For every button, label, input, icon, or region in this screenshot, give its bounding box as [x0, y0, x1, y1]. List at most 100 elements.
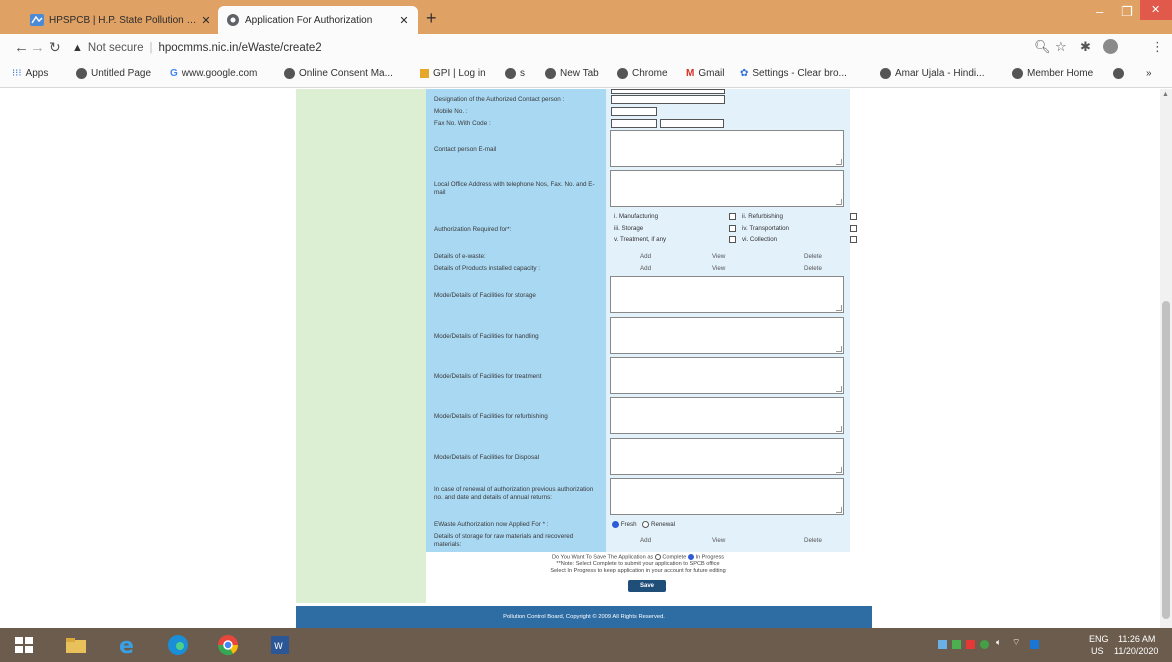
windows-start-icon[interactable] [12, 633, 36, 657]
checkbox-transportation[interactable] [850, 225, 857, 232]
windows-taskbar: e W 🔈︎ ⌔ ENG US 11:26 AM 11/20/2020 [0, 628, 1172, 662]
raw-delete-link[interactable]: Delete [804, 537, 822, 544]
input-region[interactable]: US [1091, 646, 1104, 656]
bookmarks-overflow[interactable]: » [1146, 68, 1152, 79]
bookmark-online-consent[interactable]: Online Consent Ma... [284, 68, 393, 79]
network-tray-icon[interactable] [938, 640, 947, 649]
reload-icon[interactable]: ↻ [49, 39, 61, 56]
radio-fresh[interactable] [612, 521, 619, 528]
checkbox-collection[interactable] [850, 236, 857, 243]
disposal-textarea[interactable] [610, 438, 844, 475]
option-treatment: v. Treatment, if any [614, 236, 667, 243]
forward-arrow-icon[interactable]: → [30, 39, 45, 56]
close-icon: ✕ [1151, 4, 1161, 16]
local-office-textarea[interactable] [610, 170, 844, 207]
globe-icon [1113, 68, 1124, 79]
fax-code-input[interactable] [611, 119, 657, 128]
products-add-link[interactable]: Add [640, 265, 651, 272]
bookmark-star-icon[interactable]: ☆ [1055, 39, 1067, 55]
browser-toolbar: ← → ↻ ▲ Not secure | hpocmms.nic.in/eWas… [0, 34, 1172, 62]
designation-input[interactable] [611, 95, 725, 104]
handling-label: Mode/Details of Facilities for handling [434, 333, 539, 340]
bookmark-gpi-login[interactable]: GPI | Log in [420, 68, 486, 79]
ewaste-details-label: Details of e-waste: [434, 253, 486, 260]
security-tray-icon[interactable] [952, 640, 961, 649]
raw-view-link[interactable]: View [712, 537, 725, 544]
scrollbar-thumb[interactable] [1162, 301, 1170, 619]
internet-explorer-icon[interactable]: e [116, 633, 140, 659]
bookmarks-bar: ⁝⁝⁝ Apps Untitled Page Gwww.google.com O… [0, 62, 1172, 88]
minimize-icon[interactable]: – [1096, 4, 1103, 19]
save-options: Do You Want To Save The Application as C… [426, 554, 850, 575]
cut-top-input[interactable] [611, 89, 725, 94]
close-tab-icon[interactable]: ✕ [396, 14, 412, 27]
fax-number-input[interactable] [660, 119, 724, 128]
email-textarea[interactable] [610, 130, 844, 167]
sync-tray-icon[interactable] [980, 640, 989, 649]
products-view-link[interactable]: View [712, 265, 725, 272]
radio-in-progress[interactable] [687, 554, 694, 560]
bookmark-google[interactable]: Gwww.google.com [170, 68, 257, 79]
bookmark-chrome[interactable]: Chrome [617, 68, 668, 79]
bookmark-new-tab[interactable]: New Tab [545, 68, 599, 79]
input-language[interactable]: ENG [1089, 634, 1109, 644]
address-bar[interactable]: ▲ Not secure | hpocmms.nic.in/eWaste/cre… [68, 37, 1003, 59]
page-footer: Pollution Control Board, Copyright © 200… [296, 606, 872, 628]
handling-textarea[interactable] [610, 317, 844, 354]
restore-icon[interactable]: ❐ [1121, 4, 1133, 20]
bookmark-amar-ujala[interactable]: Amar Ujala - Hindi... [880, 68, 984, 79]
bookmark-apps[interactable]: ⁝⁝⁝ Apps [12, 68, 48, 79]
checkbox-manufacturing[interactable] [729, 213, 736, 220]
chrome-icon[interactable] [216, 633, 240, 657]
new-tab-plus-icon[interactable]: + [426, 8, 437, 29]
checkbox-treatment[interactable] [729, 236, 736, 243]
renewal-textarea[interactable] [610, 478, 844, 515]
ewaste-add-link[interactable]: Add [640, 253, 651, 260]
radio-complete[interactable] [654, 554, 661, 560]
svg-text:e: e [119, 634, 134, 657]
file-explorer-icon[interactable] [64, 633, 88, 657]
word-icon[interactable]: W [268, 633, 292, 657]
bookmark-s[interactable]: s [505, 68, 525, 79]
fax-label: Fax No. With Code : [434, 120, 491, 127]
page-scrollbar[interactable]: ▲ [1160, 89, 1172, 628]
email-label: Contact person E-mail [434, 146, 497, 153]
bookmark-gmail[interactable]: M Gmail [686, 68, 724, 79]
back-arrow-icon[interactable]: ← [14, 39, 29, 56]
bookmark-globe[interactable] [1113, 68, 1128, 79]
menu-kebab-icon[interactable]: ⋮ [1151, 39, 1164, 55]
bookmark-untitled-page[interactable]: Untitled Page [76, 68, 151, 79]
scroll-up-arrow-icon[interactable]: ▲ [1162, 91, 1169, 98]
checkbox-refurbishing[interactable] [850, 213, 857, 220]
antivirus-tray-icon[interactable] [966, 640, 975, 649]
option-refurbishing: ii. Refurbishing [742, 213, 783, 220]
extensions-puzzle-icon[interactable]: ✱ [1080, 39, 1091, 55]
clock-time[interactable]: 11:26 AM [1118, 634, 1155, 644]
display-tray-icon[interactable] [1030, 640, 1039, 649]
clock-date[interactable]: 11/20/2020 [1114, 646, 1158, 656]
tab-hpspcb[interactable]: HPSPCB | H.P. State Pollution Co ✕ [22, 6, 220, 34]
profile-avatar[interactable] [1103, 39, 1118, 54]
refurbishing-textarea[interactable] [610, 397, 844, 434]
mobile-input[interactable] [611, 107, 657, 116]
edge-icon[interactable] [166, 633, 190, 657]
bookmark-settings-clear[interactable]: ✿ Settings - Clear bro... [740, 68, 847, 79]
radio-renewal[interactable] [642, 521, 650, 528]
storage-textarea[interactable] [610, 276, 844, 313]
checkbox-storage[interactable] [729, 225, 736, 232]
ewaste-delete-link[interactable]: Delete [804, 253, 822, 260]
save-button[interactable]: Save [628, 580, 666, 592]
raw-add-link[interactable]: Add [640, 537, 651, 544]
volume-icon[interactable]: 🔈︎ [996, 637, 1001, 648]
tab-application-for-authorization[interactable]: Application For Authorization ✕ [218, 6, 418, 34]
gear-icon: ✿ [740, 68, 749, 79]
note-line-1: **Note: Select Complete to submit your a… [556, 561, 720, 568]
products-delete-link[interactable]: Delete [804, 265, 822, 272]
zoom-icon[interactable]: 🔍︎ [1034, 39, 1051, 55]
close-window-button[interactable]: ✕ [1140, 0, 1172, 20]
wifi-icon[interactable]: ⌔ [1012, 637, 1020, 648]
treatment-textarea[interactable] [610, 357, 844, 394]
close-tab-icon[interactable]: ✕ [198, 14, 214, 27]
ewaste-view-link[interactable]: View [712, 253, 725, 260]
bookmark-member-home[interactable]: Member Home [1012, 68, 1093, 79]
